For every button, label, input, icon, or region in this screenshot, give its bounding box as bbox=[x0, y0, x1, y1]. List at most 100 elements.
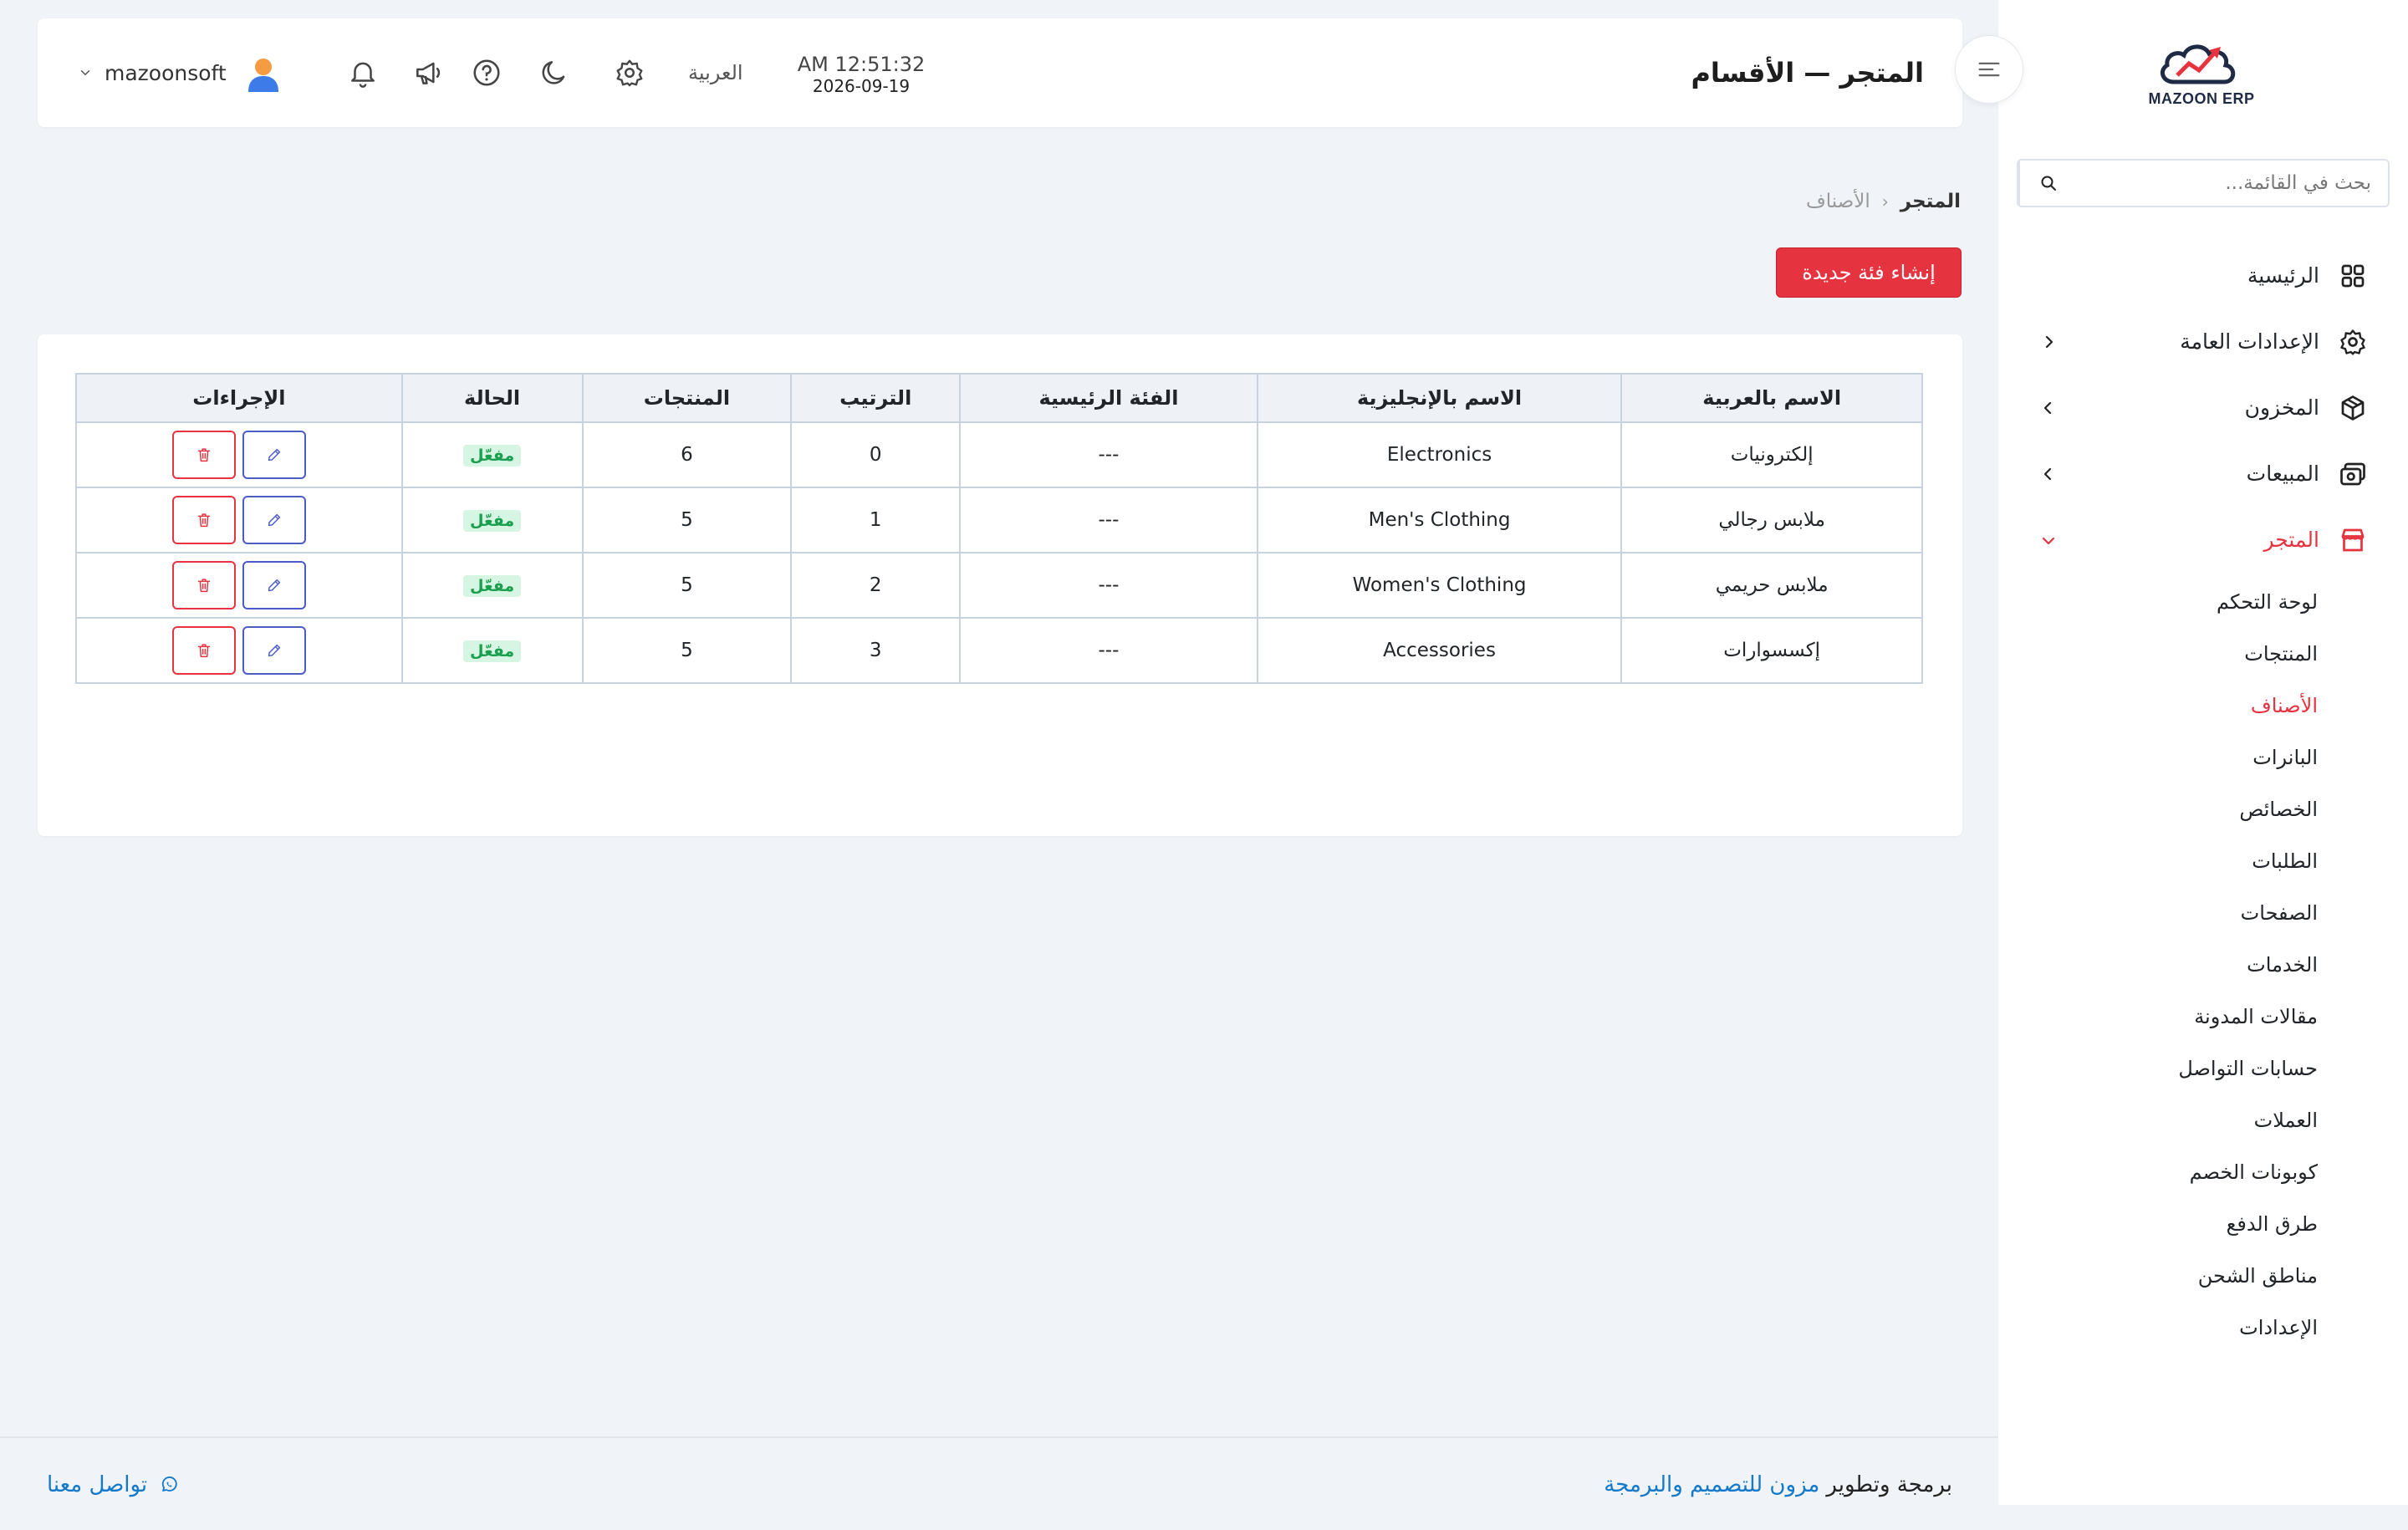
sidebar-item-general-settings[interactable]: الإعدادات العامة bbox=[1998, 309, 2408, 375]
sidebar-item-home[interactable]: الرئيسية bbox=[1998, 242, 2408, 309]
cell-status: مفعّل bbox=[400, 617, 584, 684]
pencil-icon bbox=[268, 448, 280, 462]
menu-icon bbox=[1978, 62, 2000, 77]
settings-button[interactable] bbox=[613, 56, 646, 89]
breadcrumb: المتجر ‹ الأصناف bbox=[1806, 191, 1961, 212]
megaphone-icon bbox=[416, 62, 441, 84]
sidebar-subitem-categories[interactable]: الأصناف bbox=[1998, 680, 2408, 732]
contact-us-link[interactable]: تواصل معنا bbox=[47, 1438, 179, 1530]
announcements-button[interactable] bbox=[411, 56, 445, 89]
clock-date: 2026-09-19 bbox=[812, 76, 911, 96]
language-switcher[interactable]: العربية bbox=[688, 18, 743, 127]
breadcrumb-root[interactable]: المتجر bbox=[1900, 191, 1961, 212]
brand-logo[interactable]: MAZOON ERP bbox=[2148, 37, 2255, 112]
help-button[interactable] bbox=[470, 56, 503, 89]
cell-order: 3 bbox=[790, 617, 962, 684]
sidebar-subitem-attributes[interactable]: الخصائص bbox=[1998, 783, 2408, 835]
cell-parent: --- bbox=[959, 617, 1258, 684]
delete-button[interactable] bbox=[171, 431, 236, 479]
cell-name-ar: ملابس رجالي bbox=[1620, 487, 1923, 553]
sidebar-subitem-blog-posts[interactable]: مقالات المدونة bbox=[1998, 991, 2408, 1043]
sidebar-subitem-payment-methods[interactable]: طرق الدفع bbox=[1998, 1198, 2408, 1250]
sidebar-subitem-settings[interactable]: الإعدادات bbox=[1998, 1302, 2408, 1354]
search-button[interactable] bbox=[2018, 161, 2077, 206]
delete-button[interactable] bbox=[171, 496, 236, 544]
delete-button[interactable] bbox=[171, 626, 236, 675]
column-header-parent: الفئة الرئيسية bbox=[959, 373, 1258, 423]
column-header-status: الحالة bbox=[400, 373, 584, 423]
cell-name-en: Women's Clothing bbox=[1256, 552, 1623, 619]
sidebar-item-inventory[interactable]: المخزون bbox=[1998, 375, 2408, 441]
column-header-order: الترتيب bbox=[790, 373, 962, 423]
moon-icon bbox=[542, 61, 565, 84]
sidebar-item-label: الإعدادات العامة bbox=[2180, 329, 2319, 354]
status-badge: مفعّل bbox=[463, 509, 522, 532]
sidebar-subitem-banners[interactable]: البانرات bbox=[1998, 732, 2408, 783]
clock-time: AM 12:51:32 bbox=[797, 53, 926, 76]
sidebar-subitem-shipping-zones[interactable]: مناطق الشحن bbox=[1998, 1250, 2408, 1302]
sidebar-item-label: المبيعات bbox=[2246, 462, 2319, 486]
cell-name-en: Men's Clothing bbox=[1256, 487, 1623, 553]
footer-credit-link[interactable]: مزون للتصميم والبرمجة bbox=[1604, 1472, 1819, 1497]
edit-button[interactable] bbox=[242, 561, 306, 609]
page-title: المتجر — الأقسام bbox=[1691, 57, 1924, 89]
categories-card: الاسم بالعربية الاسم بالإنجليزية الفئة ا… bbox=[38, 334, 1962, 836]
user-avatar-icon bbox=[248, 59, 278, 92]
cell-status: مفعّل bbox=[400, 421, 584, 488]
gear-icon bbox=[2338, 327, 2368, 357]
edit-button[interactable] bbox=[242, 431, 306, 479]
cell-order: 2 bbox=[790, 552, 962, 619]
sidebar-subitem-services[interactable]: الخدمات bbox=[1998, 939, 2408, 991]
edit-button[interactable] bbox=[242, 626, 306, 675]
contact-us-label: تواصل معنا bbox=[47, 1472, 148, 1497]
edit-button[interactable] bbox=[242, 496, 306, 544]
footer-credit-prefix: برمجة وتطوير bbox=[1826, 1472, 1952, 1497]
cell-name-ar: ملابس حريمي bbox=[1620, 552, 1923, 619]
sidebar-subitem-currencies[interactable]: العملات bbox=[1998, 1094, 2408, 1146]
sidebar-subitem-social-accounts[interactable]: حسابات التواصل bbox=[1998, 1043, 2408, 1094]
table-row: إلكترونيات Electronics --- 0 6 مفعّل bbox=[75, 421, 1923, 488]
footer-credit: برمجة وتطوير مزون للتصميم والبرمجة bbox=[1604, 1438, 1952, 1530]
box-icon bbox=[2338, 393, 2368, 423]
trash-icon bbox=[197, 448, 210, 462]
cell-products: 6 bbox=[581, 421, 793, 488]
bell-icon bbox=[351, 62, 375, 88]
cell-products: 5 bbox=[581, 487, 793, 553]
store-icon bbox=[2338, 525, 2368, 555]
sidebar-item-label: الرئيسية bbox=[2247, 263, 2319, 288]
trash-icon bbox=[197, 644, 210, 658]
sidebar-subitem-dashboard[interactable]: لوحة التحكم bbox=[1998, 576, 2408, 628]
sidebar-subitem-coupons[interactable]: كوبونات الخصم bbox=[1998, 1146, 2408, 1198]
sidebar-item-store[interactable]: المتجر bbox=[1998, 507, 2408, 573]
sidebar-subitem-pages[interactable]: الصفحات bbox=[1998, 887, 2408, 939]
sidebar-toggle-button[interactable] bbox=[1955, 35, 2023, 104]
cell-products: 5 bbox=[581, 617, 793, 684]
pencil-icon bbox=[268, 513, 280, 527]
store-submenu: لوحة التحكم المنتجات الأصناف البانرات ال… bbox=[1998, 573, 2408, 1354]
table-row: إكسسوارات Accessories --- 3 5 مفعّل bbox=[75, 617, 1923, 684]
delete-button[interactable] bbox=[171, 561, 236, 609]
cell-actions bbox=[75, 421, 403, 488]
dark-mode-toggle[interactable] bbox=[538, 56, 571, 89]
sidebar-subitem-orders[interactable]: الطلبات bbox=[1998, 835, 2408, 887]
user-menu[interactable]: mazoonsoft bbox=[78, 18, 227, 127]
sidebar-subitem-products[interactable]: المنتجات bbox=[1998, 628, 2408, 680]
cell-name-en: Electronics bbox=[1256, 421, 1623, 488]
avatar[interactable] bbox=[243, 54, 283, 94]
notifications-button[interactable] bbox=[346, 56, 380, 89]
status-badge: مفعّل bbox=[463, 640, 522, 662]
cell-actions bbox=[75, 552, 403, 619]
categories-table: الاسم بالعربية الاسم بالإنجليزية الفئة ا… bbox=[75, 373, 1923, 684]
cell-status: مفعّل bbox=[400, 552, 584, 619]
help-icon bbox=[473, 59, 500, 86]
cell-name-ar: إلكترونيات bbox=[1620, 421, 1923, 488]
sidebar-search-input[interactable] bbox=[2077, 161, 2388, 206]
cell-parent: --- bbox=[959, 421, 1258, 488]
status-badge: مفعّل bbox=[463, 574, 522, 597]
whatsapp-icon bbox=[162, 1476, 177, 1492]
sidebar-item-sales[interactable]: المبيعات bbox=[1998, 441, 2408, 507]
cell-parent: --- bbox=[959, 487, 1258, 553]
footer: برمجة وتطوير مزون للتصميم والبرمجة تواصل… bbox=[0, 1436, 1998, 1530]
create-category-button[interactable]: إنشاء فئة جديدة bbox=[1776, 247, 1962, 298]
sidebar-nav: الرئيسية الإعدادات العامة المخزون المبيع… bbox=[1998, 242, 2408, 1354]
